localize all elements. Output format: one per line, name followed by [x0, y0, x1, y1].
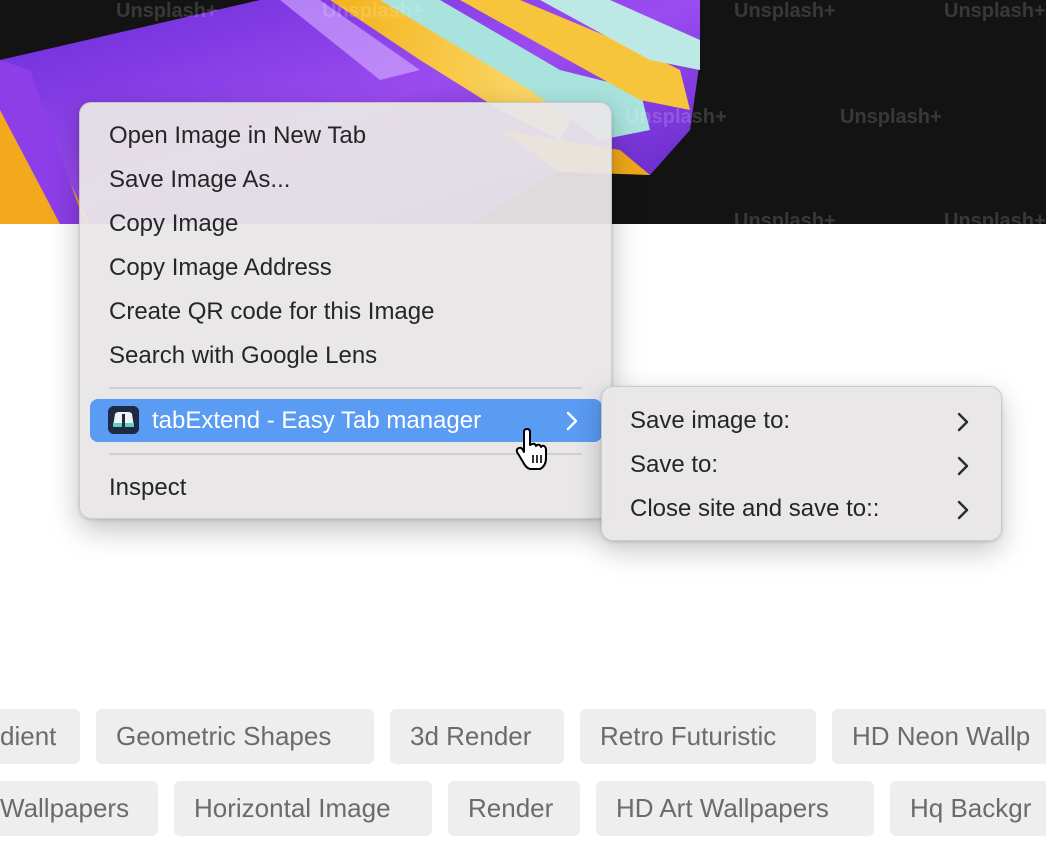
submenu-item-save-to[interactable]: Save to:	[602, 443, 1001, 487]
menu-item-search-google-lens[interactable]: Search with Google Lens	[109, 336, 377, 376]
menu-separator	[109, 387, 582, 389]
menu-item-label: tabExtend - Easy Tab manager	[152, 407, 482, 434]
watermark: Unsplash+	[944, 210, 1046, 224]
watermark: Unsplash+	[840, 106, 942, 128]
tag-button[interactable]: dient	[0, 709, 80, 764]
chevron-right-icon	[566, 411, 578, 436]
tag-button[interactable]: 3d Render	[390, 709, 564, 764]
tag-button[interactable]: Retro Futuristic	[580, 709, 816, 764]
tag-button[interactable]: Wallpapers	[0, 781, 158, 836]
tag-button[interactable]: Horizontal Image	[174, 781, 432, 836]
watermark: Unsplash+	[734, 0, 836, 22]
menu-item-open-image-new-tab[interactable]: Open Image in New Tab	[109, 116, 366, 156]
tag-button[interactable]: HD Neon Wallp	[832, 709, 1046, 764]
menu-item-copy-image-address[interactable]: Copy Image Address	[109, 248, 332, 288]
menu-item-create-qr-code[interactable]: Create QR code for this Image	[109, 292, 434, 332]
tabextend-icon	[108, 406, 139, 434]
submenu-item-save-image-to[interactable]: Save image to:	[602, 399, 1001, 443]
submenu-item-label: Save image to:	[630, 407, 791, 434]
watermark: Unsplash+	[734, 210, 836, 224]
tag-button[interactable]: HD Art Wallpapers	[596, 781, 874, 836]
chevron-right-icon	[957, 412, 969, 437]
tabextend-submenu: Save image to: Save to: Close site and s…	[601, 386, 1002, 541]
watermark: Unsplash+	[116, 0, 218, 22]
submenu-item-close-site-save-to[interactable]: Close site and save to::	[602, 487, 1001, 531]
menu-item-copy-image[interactable]: Copy Image	[109, 204, 238, 244]
watermark: Unsplash+	[625, 106, 727, 128]
chevron-right-icon	[957, 500, 969, 525]
tag-button[interactable]: Render	[448, 781, 580, 836]
hand-pointer-cursor-icon	[512, 428, 556, 477]
submenu-item-label: Close site and save to::	[630, 495, 880, 522]
menu-item-save-image-as[interactable]: Save Image As...	[109, 160, 290, 200]
chevron-right-icon	[957, 456, 969, 481]
tag-button[interactable]: Geometric Shapes	[96, 709, 374, 764]
watermark: Unsplash+	[322, 0, 424, 22]
watermark: Unsplash+	[944, 0, 1046, 22]
submenu-item-label: Save to:	[630, 451, 719, 478]
tag-button[interactable]: Hq Backgr	[890, 781, 1046, 836]
menu-item-inspect[interactable]: Inspect	[109, 468, 186, 508]
